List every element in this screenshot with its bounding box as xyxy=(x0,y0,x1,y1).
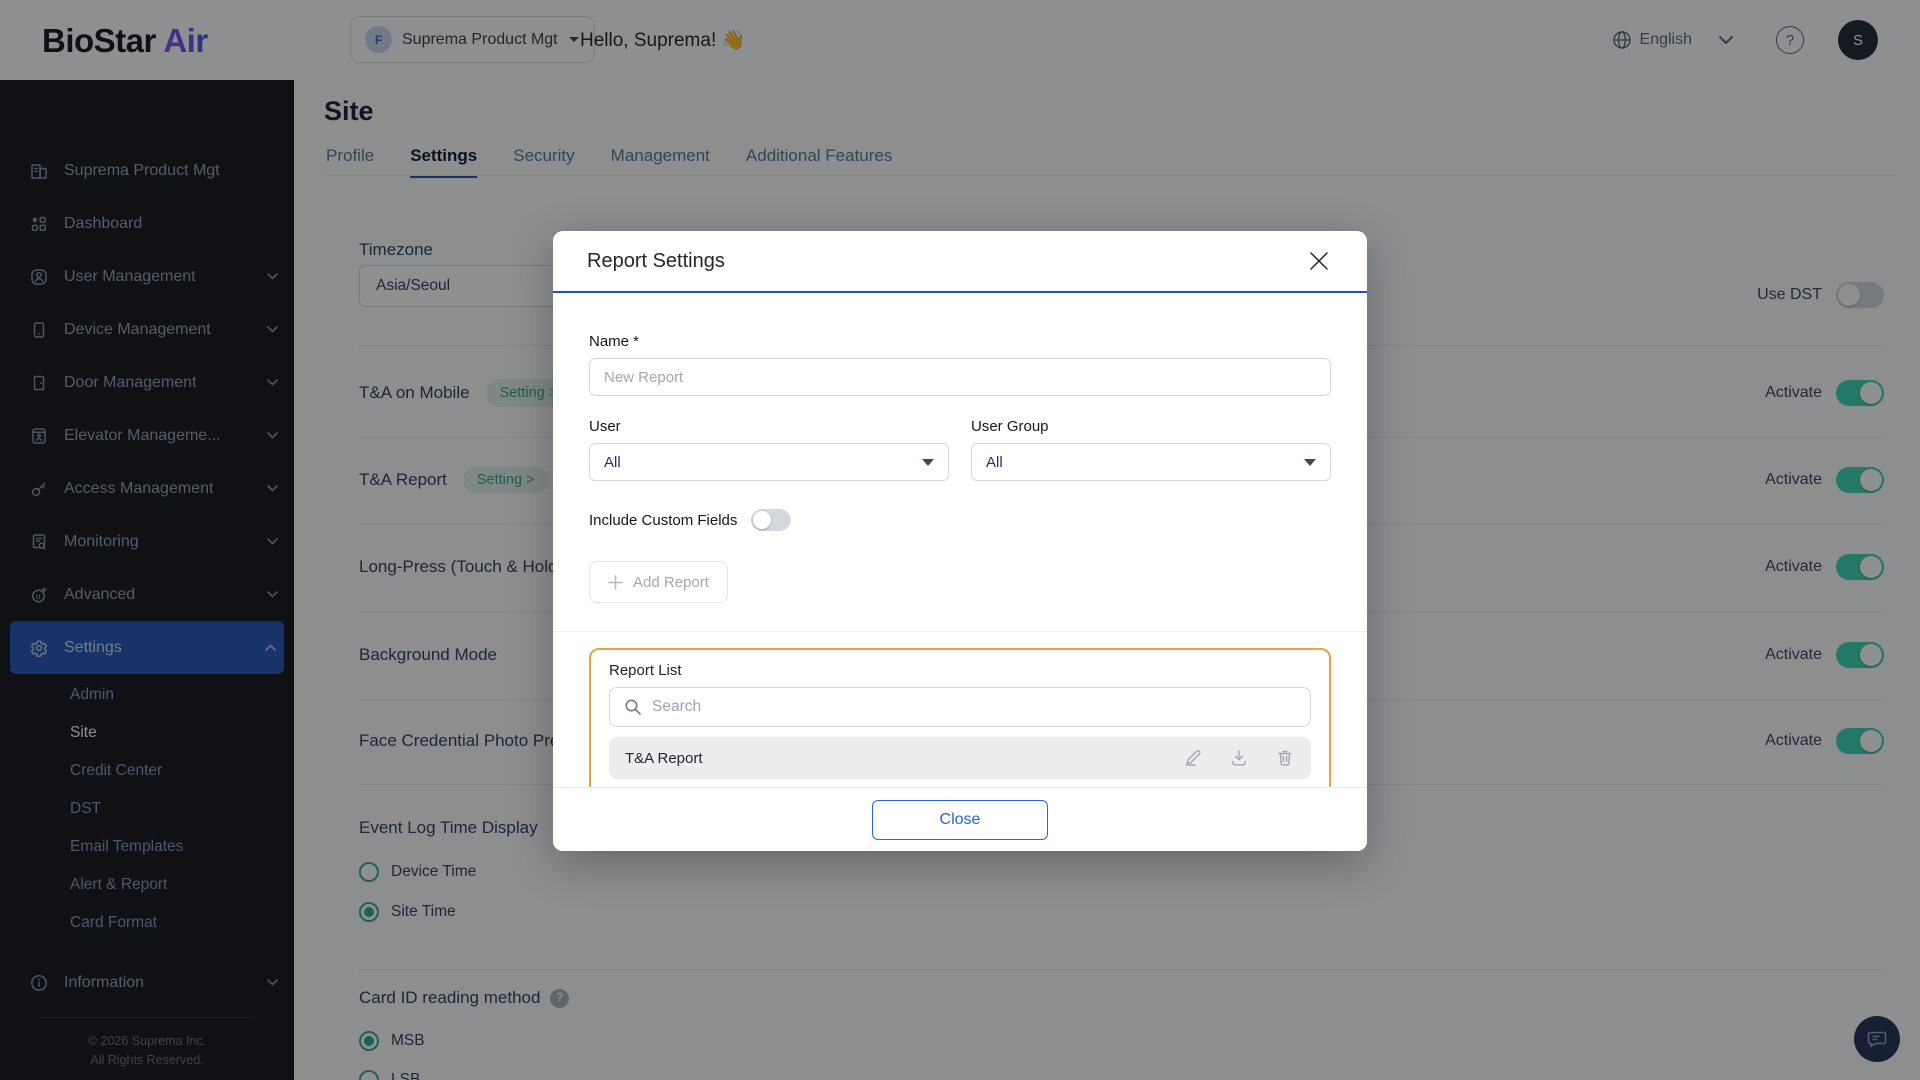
add-report-button[interactable]: Add Report xyxy=(589,561,728,603)
search-icon xyxy=(624,698,642,716)
user-label: User xyxy=(589,418,949,435)
close-button[interactable]: Close xyxy=(872,800,1048,840)
include-custom-fields-label: Include Custom Fields xyxy=(589,512,737,529)
modal-body: Name * User All User Group All xyxy=(553,333,1367,795)
modal-header: Report Settings xyxy=(553,231,1367,293)
name-label: Name * xyxy=(589,333,1331,350)
report-settings-modal: Report Settings Name * User All User Gro… xyxy=(553,231,1367,851)
user-group-label: User Group xyxy=(971,418,1331,435)
report-list-panel: Report List T&A Report xyxy=(589,648,1331,795)
delete-icon[interactable] xyxy=(1275,748,1295,768)
modal-title: Report Settings xyxy=(587,250,725,273)
report-name-input[interactable] xyxy=(589,358,1331,396)
chevron-down-icon xyxy=(1304,459,1316,466)
modal-footer: Close xyxy=(553,787,1367,851)
modal-section-divider xyxy=(553,631,1367,632)
screen: BioStar Air F Suprema Product Mgt Hello,… xyxy=(0,0,1920,1080)
include-custom-fields-toggle[interactable] xyxy=(751,509,791,531)
report-list-title: Report List xyxy=(609,662,1311,679)
download-icon[interactable] xyxy=(1229,748,1249,768)
close-icon[interactable] xyxy=(1305,247,1333,275)
report-search-input[interactable] xyxy=(652,698,1296,716)
plus-icon xyxy=(608,575,623,590)
chevron-down-icon xyxy=(922,459,934,466)
include-custom-fields-row: Include Custom Fields xyxy=(589,509,1331,531)
report-search xyxy=(609,687,1311,727)
user-select[interactable]: All xyxy=(589,443,949,481)
edit-icon[interactable] xyxy=(1183,748,1203,768)
report-list-item[interactable]: T&A Report xyxy=(609,737,1311,779)
user-group-select[interactable]: All xyxy=(971,443,1331,481)
